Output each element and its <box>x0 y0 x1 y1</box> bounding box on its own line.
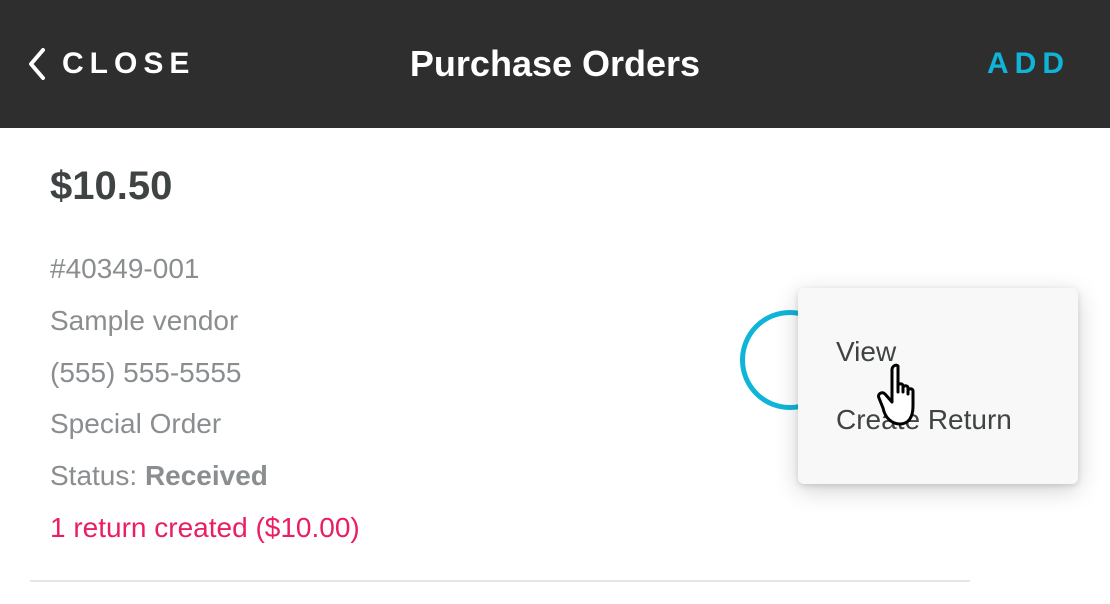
close-label: CLOSE <box>62 47 195 81</box>
order-amount: $10.50 <box>50 164 1060 209</box>
view-option[interactable]: View <box>798 318 1078 386</box>
status-label: Status: <box>50 460 145 491</box>
return-created-info: 1 return created ($10.00) <box>50 502 1060 554</box>
close-button[interactable]: CLOSE <box>28 47 195 81</box>
action-popup: View Create Return <box>798 288 1078 484</box>
add-button[interactable]: ADD <box>987 47 1070 81</box>
divider <box>30 580 970 582</box>
create-return-option[interactable]: Create Return <box>798 386 1078 454</box>
status-value: Received <box>145 460 268 491</box>
page-title: Purchase Orders <box>410 43 700 85</box>
chevron-left-icon <box>28 48 46 80</box>
app-header: CLOSE Purchase Orders ADD <box>0 0 1110 128</box>
